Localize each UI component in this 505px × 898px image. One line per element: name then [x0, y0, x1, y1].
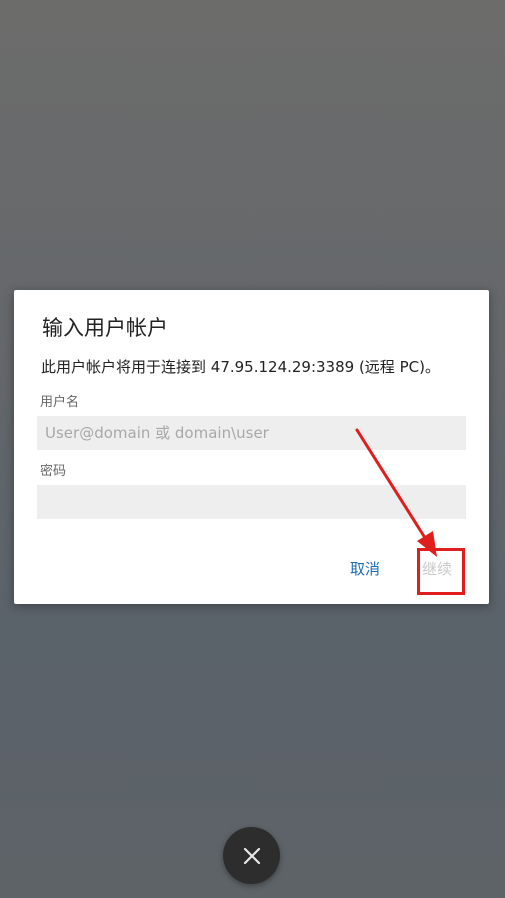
- password-label: 密码: [40, 464, 67, 479]
- dialog-message: 此用户帐户将用于连接到 47.95.124.29:3389 (远程 PC)。: [41, 358, 440, 376]
- user-account-dialog: 输入用户帐户 此用户帐户将用于连接到 47.95.124.29:3389 (远程…: [14, 290, 489, 604]
- close-button[interactable]: [223, 827, 280, 884]
- username-input[interactable]: [37, 416, 466, 450]
- annotation-highlight-box: [417, 548, 465, 595]
- password-input[interactable]: [37, 485, 466, 519]
- cancel-button[interactable]: 取消: [350, 558, 380, 579]
- username-label: 用户名: [40, 395, 80, 410]
- close-icon: [243, 847, 260, 864]
- dialog-title: 输入用户帐户: [42, 316, 168, 340]
